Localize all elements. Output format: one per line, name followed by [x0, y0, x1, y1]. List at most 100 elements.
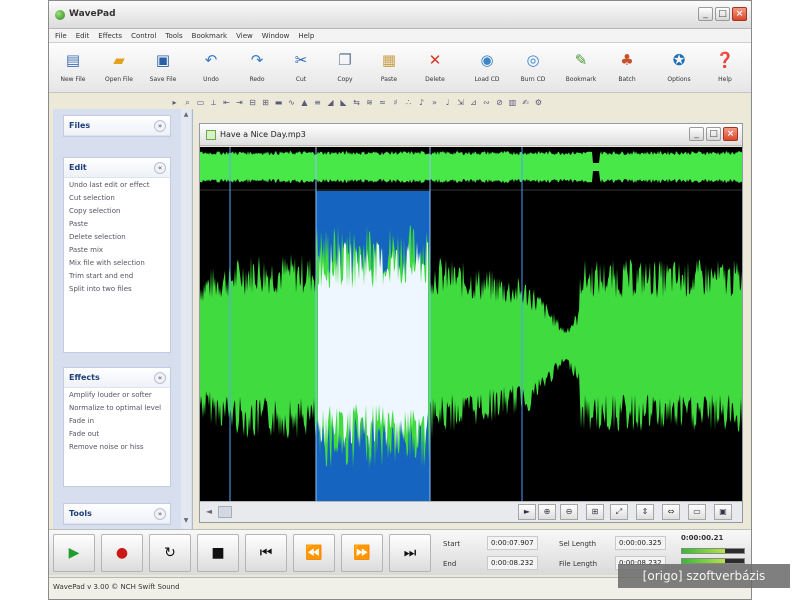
- select-icon[interactable]: ▭: [195, 97, 206, 108]
- effects-noise-item[interactable]: Remove noise or hiss: [64, 440, 170, 453]
- maximize-button[interactable]: □: [715, 7, 730, 21]
- copy-button[interactable]: ❐ Copy: [323, 47, 367, 91]
- zoom-out-button[interactable]: ⊖: [560, 504, 578, 520]
- expand-icon[interactable]: »: [154, 508, 166, 520]
- edit-paste-item[interactable]: Paste: [64, 217, 170, 230]
- scroll-left-icon[interactable]: ◄: [203, 506, 215, 518]
- menu-window[interactable]: Window: [262, 29, 290, 42]
- undo-button[interactable]: ↶ Undo: [189, 47, 233, 91]
- help-button[interactable]: ❓ Help: [703, 47, 747, 91]
- cut-button[interactable]: ✂ Cut: [279, 47, 323, 91]
- filter-icon[interactable]: ⊿: [468, 97, 479, 108]
- waveform-minimize-button[interactable]: _: [689, 127, 704, 141]
- end-time-field[interactable]: 0:00:08.232: [487, 556, 538, 570]
- zoom-fit-button[interactable]: ▭: [688, 504, 706, 520]
- menu-help[interactable]: Help: [298, 29, 314, 42]
- effects-panel-header[interactable]: Effects «: [64, 368, 170, 388]
- settings-small-icon[interactable]: ⚙: [533, 97, 544, 108]
- reverb-icon[interactable]: ≈: [377, 97, 388, 108]
- edit-delete-item[interactable]: Delete selection: [64, 230, 170, 243]
- menu-bookmark[interactable]: Bookmark: [192, 29, 227, 42]
- sel-length-field[interactable]: 0:00:00.325: [615, 536, 666, 550]
- effects-fade-in-item[interactable]: Fade in: [64, 414, 170, 427]
- sidebar-scrollbar[interactable]: ▲ ▼: [181, 109, 191, 529]
- equalizer-icon[interactable]: ♯: [390, 97, 401, 108]
- burn-cd-button[interactable]: ◎ Burn CD: [511, 47, 555, 91]
- menu-file[interactable]: File: [55, 29, 67, 42]
- scroll-right-button[interactable]: ►: [518, 504, 536, 520]
- batch-button[interactable]: ♣ Batch: [605, 47, 649, 91]
- spectrum-icon[interactable]: ▥: [507, 97, 518, 108]
- scroll-up-icon[interactable]: ▲: [182, 111, 190, 119]
- scroll-thumb[interactable]: [218, 506, 232, 518]
- effects-amplify-item[interactable]: Amplify louder or softer: [64, 388, 170, 401]
- skip-end-button[interactable]: ⏭: [389, 534, 431, 572]
- edit-split-item[interactable]: Split into two files: [64, 282, 170, 295]
- noise-icon[interactable]: ∴: [403, 97, 414, 108]
- paste-button[interactable]: ▦ Paste: [367, 47, 411, 91]
- silence-icon[interactable]: ▬: [273, 97, 284, 108]
- edit-copy-item[interactable]: Copy selection: [64, 204, 170, 217]
- bookmark-button[interactable]: ✎ Bookmark: [559, 47, 603, 91]
- reverse-icon[interactable]: ⇆: [351, 97, 362, 108]
- edit-cut-item[interactable]: Cut selection: [64, 191, 170, 204]
- expand-icon[interactable]: »: [154, 120, 166, 132]
- insert-icon[interactable]: ⊞: [260, 97, 271, 108]
- normalize-icon[interactable]: ≡: [312, 97, 323, 108]
- rewind-button[interactable]: ⏪: [293, 534, 335, 572]
- new-file-button[interactable]: ▤ New File: [51, 47, 95, 91]
- mark-end-icon[interactable]: ⇥: [234, 97, 245, 108]
- start-time-field[interactable]: 0:00:07.907: [487, 536, 538, 550]
- scroll-down-icon[interactable]: ▼: [182, 517, 190, 525]
- echo-icon[interactable]: ≋: [364, 97, 375, 108]
- edit-paste-mix-item[interactable]: Paste mix: [64, 243, 170, 256]
- play-small-icon[interactable]: ▸: [169, 97, 180, 108]
- loop-button[interactable]: ↻: [149, 534, 191, 572]
- waveform-svg[interactable]: [200, 147, 742, 501]
- waveform-maximize-button[interactable]: □: [706, 127, 721, 141]
- marker-icon[interactable]: ⟂: [208, 97, 219, 108]
- tts-icon[interactable]: ✍: [520, 97, 531, 108]
- zoom-vertical-button[interactable]: ⇕: [636, 504, 654, 520]
- open-file-button[interactable]: ▰ Open File: [97, 47, 141, 91]
- mark-start-icon[interactable]: ⇤: [221, 97, 232, 108]
- fast-forward-button[interactable]: ⏩: [341, 534, 383, 572]
- tools-panel-header[interactable]: Tools »: [64, 504, 170, 524]
- amplify-icon[interactable]: ▲: [299, 97, 310, 108]
- collapse-icon[interactable]: «: [154, 162, 166, 174]
- stop-button[interactable]: ■: [197, 534, 239, 572]
- delete-button[interactable]: ✕ Delete: [413, 47, 457, 91]
- options-button[interactable]: ✪ Options: [657, 47, 701, 91]
- files-panel-header[interactable]: Files »: [64, 116, 170, 136]
- redo-button[interactable]: ↷ Redo: [235, 47, 279, 91]
- edit-mix-file-item[interactable]: Mix file with selection: [64, 256, 170, 269]
- tempo-icon[interactable]: ♩: [442, 97, 453, 108]
- waveform-view[interactable]: [200, 147, 742, 501]
- effects-fade-out-item[interactable]: Fade out: [64, 427, 170, 440]
- collapse-icon[interactable]: «: [154, 372, 166, 384]
- menu-view[interactable]: View: [236, 29, 253, 42]
- zoom-reset-button[interactable]: ▣: [714, 504, 732, 520]
- waveform-scrollbar[interactable]: ◄ ► ⊕ ⊖ ⊞ ⤢ ⇕ ⇔ ▭ ▣: [200, 501, 742, 522]
- chorus-icon[interactable]: ∾: [481, 97, 492, 108]
- skip-start-button[interactable]: ⏮: [245, 534, 287, 572]
- zoom-horizontal-button[interactable]: ⇔: [662, 504, 680, 520]
- zoom-small-icon[interactable]: ⌕: [182, 97, 193, 108]
- menu-tools[interactable]: Tools: [165, 29, 182, 42]
- compress-icon[interactable]: ⇲: [455, 97, 466, 108]
- zoom-selection-button[interactable]: ⊞: [586, 504, 604, 520]
- edit-panel-header[interactable]: Edit «: [64, 158, 170, 178]
- minimize-button[interactable]: _: [698, 7, 713, 21]
- zoom-full-button[interactable]: ⤢: [610, 504, 628, 520]
- vocal-remove-icon[interactable]: ⊘: [494, 97, 505, 108]
- fade-in-icon[interactable]: ◢: [325, 97, 336, 108]
- edit-trim-item[interactable]: Trim start and end: [64, 269, 170, 282]
- play-button[interactable]: ▶: [53, 534, 95, 572]
- split-icon[interactable]: ⊟: [247, 97, 258, 108]
- zoom-in-button[interactable]: ⊕: [538, 504, 556, 520]
- edit-undo-item[interactable]: Undo last edit or effect: [64, 178, 170, 191]
- save-file-button[interactable]: ▣ Save File: [141, 47, 185, 91]
- fade-out-icon[interactable]: ◣: [338, 97, 349, 108]
- waveform-close-button[interactable]: ×: [723, 127, 738, 141]
- menu-effects[interactable]: Effects: [98, 29, 122, 42]
